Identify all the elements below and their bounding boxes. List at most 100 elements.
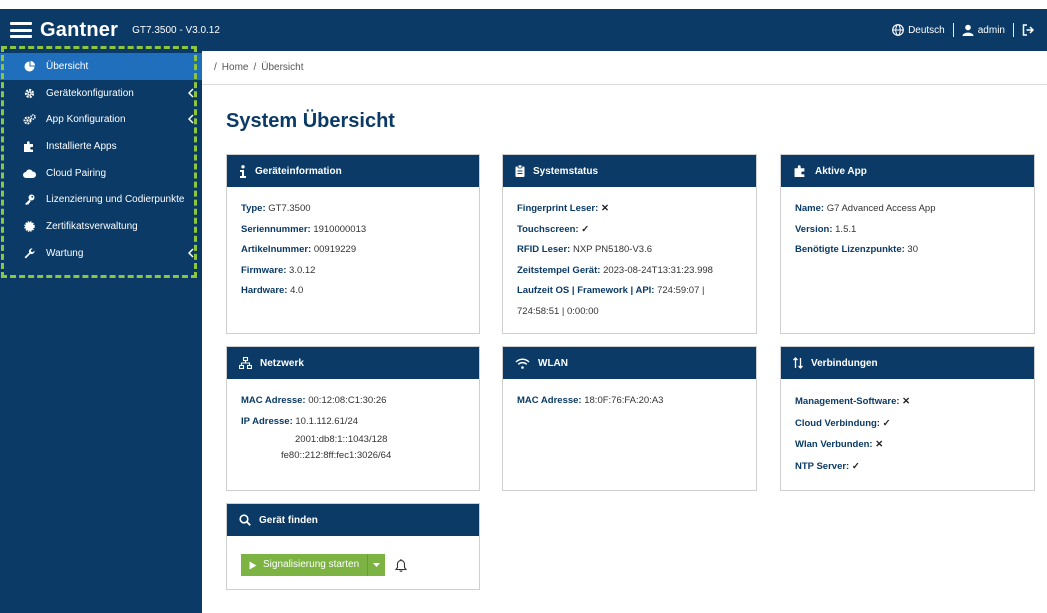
search-icon (239, 514, 251, 526)
system-status-card: Systemstatus Fingerprint Leser: ✕ Touchs… (502, 154, 757, 334)
bell-button[interactable] (395, 558, 408, 572)
card-header: WLAN (503, 347, 756, 379)
divider (1013, 23, 1014, 37)
sidebar-item-lizenzierung[interactable]: Lizenzierung und Codierpunkte (0, 186, 202, 213)
card-title: Verbindungen (811, 357, 878, 369)
status-cross: ✕ (875, 439, 884, 450)
sidebar-item-label: Übersicht (46, 60, 89, 72)
info-row: NTP Server: ✓ (795, 460, 860, 472)
sidebar-item-app-konfiguration[interactable]: App Konfiguration (0, 106, 202, 133)
card-title: Aktive App (815, 165, 867, 177)
user-icon (962, 24, 974, 36)
card-header: Systemstatus (503, 155, 756, 187)
card-body: Management-Software: ✕ Cloud Verbindung:… (781, 379, 1034, 489)
card-header: Geräteinformation (227, 155, 479, 187)
sidebar-item-installierte-apps[interactable]: Installierte Apps (0, 133, 202, 160)
status-cross: ✕ (902, 396, 911, 407)
status-cross: ✕ (600, 203, 609, 214)
divider (952, 23, 954, 37)
gear-icon (22, 87, 36, 99)
language-selector[interactable]: Deutsch (892, 24, 945, 36)
sidebar-item-zertifikatsverwaltung[interactable]: Zertifikatsverwaltung (0, 213, 202, 240)
caret-down-icon (373, 563, 381, 567)
info-row: Version: 1.5.1 (795, 223, 857, 235)
info-row: IP Adresse: 10.1.112.61/24 (241, 415, 359, 427)
card-title: Netzwerk (260, 357, 304, 369)
dashboard-icon (22, 60, 36, 72)
info-row: Fingerprint Leser: ✕ (517, 203, 609, 214)
sidebar-item-label: Cloud Pairing (46, 167, 107, 179)
sidebar-item-label: App Konfiguration (46, 114, 126, 126)
key-icon (22, 194, 36, 206)
info-row: Type: GT7.3500 (241, 203, 311, 214)
info-row: Cloud Verbindung: ✓ (795, 417, 891, 429)
brand-logo: Gantner (40, 18, 119, 41)
card-body: Fingerprint Leser: ✕ Touchscreen: ✓ RFID… (503, 187, 756, 334)
card-body: Signalisierung starten (227, 536, 479, 588)
language-label: Deutsch (908, 24, 945, 36)
play-icon (249, 561, 257, 569)
sidebar-item-label: Wartung (46, 247, 84, 259)
certificate-icon (22, 220, 36, 232)
card-body: MAC Adresse: 00:12:08:C1:30:26 IP Adress… (227, 379, 479, 476)
info-row: Touchscreen: ✓ (517, 223, 590, 235)
breadcrumb: / Home / Übersicht (202, 51, 1047, 85)
top-bar: Gantner GT7.3500 - V3.0.12 Deutsch admin (0, 9, 1047, 51)
info-row: 2001:db8:1::1043/128 (295, 434, 388, 445)
info-row: RFID Leser: NXP PN5180-V3.6 (517, 244, 653, 255)
card-header: Aktive App (781, 155, 1034, 187)
button-label: Signalisierung starten (263, 558, 360, 570)
logout-icon (1022, 24, 1035, 36)
info-row: Laufzeit OS | Framework | API: 724:59:07… (517, 285, 705, 296)
user-menu[interactable]: admin (962, 24, 1005, 36)
info-row: Wlan Verbunden: ✕ (795, 439, 884, 450)
bell-icon (395, 558, 408, 572)
start-signal-button[interactable]: Signalisierung starten (241, 554, 368, 576)
sidebar-item-cloud-pairing[interactable]: Cloud Pairing (0, 160, 202, 187)
device-info-card: Geräteinformation Type: GT7.3500 Serienn… (226, 154, 480, 334)
card-body: MAC Adresse: 18:0F:76:FA:20:A3 (503, 379, 756, 424)
info-row: Firmware: 3.0.12 (241, 264, 316, 276)
signal-dropdown-button[interactable] (367, 554, 386, 576)
info-row: Benötigte Lizenzpunkte: 30 (795, 244, 918, 255)
info-row: MAC Adresse: 18:0F:76:FA:20:A3 (517, 395, 664, 406)
card-header: Netzwerk (227, 347, 479, 379)
breadcrumb-separator: / (253, 62, 257, 73)
sidebar-item-label: Zertifikatsverwaltung (46, 220, 138, 232)
user-label: admin (977, 24, 1005, 36)
card-body: Name: G7 Advanced Access App Version: 1.… (781, 187, 1034, 273)
sidebar-item-label: Installierte Apps (46, 140, 117, 152)
network-card: Netzwerk MAC Adresse: 00:12:08:C1:30:26 … (226, 346, 480, 491)
info-row: Management-Software: ✕ (795, 396, 911, 407)
sidebar-item-label: Gerätekonfiguration (46, 87, 134, 99)
clipboard-icon (515, 165, 525, 177)
page-title: System Übersicht (226, 110, 395, 132)
network-icon (239, 357, 252, 369)
info-row: Seriennummer: 1910000013 (241, 223, 367, 235)
chevron-left-icon (188, 88, 194, 98)
puzzle-icon (794, 165, 805, 177)
card-header: Gerät finden (227, 504, 479, 536)
breadcrumb-separator: / (214, 62, 217, 73)
info-row: fe80::212:8ff:fec1:3026/64 (281, 450, 392, 461)
puzzle-icon (22, 140, 36, 152)
cloud-icon (22, 167, 36, 179)
sidebar-item-geraetekonfiguration[interactable]: Gerätekonfiguration (0, 80, 202, 107)
card-title: Systemstatus (533, 165, 599, 177)
info-row: 724:58:51 | 0:00:00 (517, 305, 599, 317)
device-version: GT7.3500 - V3.0.12 (132, 24, 220, 36)
menu-toggle-icon[interactable] (10, 22, 32, 38)
breadcrumb-home-link[interactable]: Home (222, 62, 249, 73)
info-row: Zeitstempel Gerät: 2023-08-24T13:31:23.9… (517, 264, 713, 276)
sort-arrows-icon (793, 357, 803, 369)
status-check: ✓ (882, 417, 891, 429)
status-check: ✓ (851, 460, 860, 472)
card-title: WLAN (538, 357, 568, 369)
sidebar-item-uebersicht[interactable]: Übersicht (0, 53, 202, 80)
sidebar-item-wartung[interactable]: Wartung (0, 240, 202, 267)
status-check: ✓ (581, 223, 590, 235)
gears-icon (22, 114, 36, 126)
logout-button[interactable] (1022, 24, 1035, 36)
wifi-icon (515, 357, 530, 369)
card-title: Gerät finden (259, 514, 318, 526)
